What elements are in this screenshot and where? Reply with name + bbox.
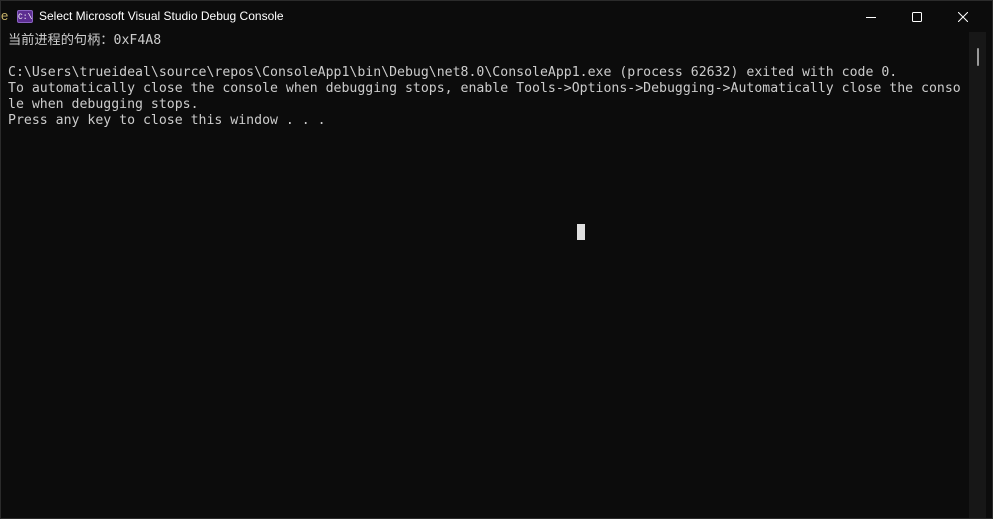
console-line-blank [8, 49, 969, 65]
scrollbar-thumb[interactable] [977, 48, 979, 66]
maximize-button[interactable] [894, 1, 940, 32]
console-output[interactable]: 当前进程的句柄：0xF4A8 C:\Users\trueideal\source… [8, 32, 969, 518]
minimize-icon [866, 16, 876, 18]
console-line-press-any-key: Press any key to close this window . . . [8, 113, 326, 128]
debug-console-window: e C:\ Select Microsoft Visual Studio Deb… [0, 0, 993, 519]
window-title: Select Microsoft Visual Studio Debug Con… [39, 9, 284, 23]
console-line-exit-code: C:\Users\trueideal\source\repos\ConsoleA… [8, 65, 898, 80]
background-window-edge-text: e [1, 8, 8, 23]
vertical-scrollbar[interactable] [969, 32, 986, 518]
minimize-button[interactable] [848, 1, 894, 32]
vs-debug-console-icon[interactable]: C:\ [17, 10, 33, 23]
close-icon [958, 11, 968, 22]
title-bar[interactable]: e C:\ Select Microsoft Visual Studio Deb… [1, 1, 992, 32]
console-line-process-handle: 当前进程的句柄：0xF4A8 [8, 33, 162, 48]
close-button[interactable] [940, 1, 986, 32]
console-line-auto-close-hint-wrap: le when debugging stops. [8, 97, 199, 112]
text-cursor [577, 224, 585, 240]
console-line-auto-close-hint: To automatically close the console when … [8, 81, 961, 96]
maximize-icon [912, 11, 922, 22]
